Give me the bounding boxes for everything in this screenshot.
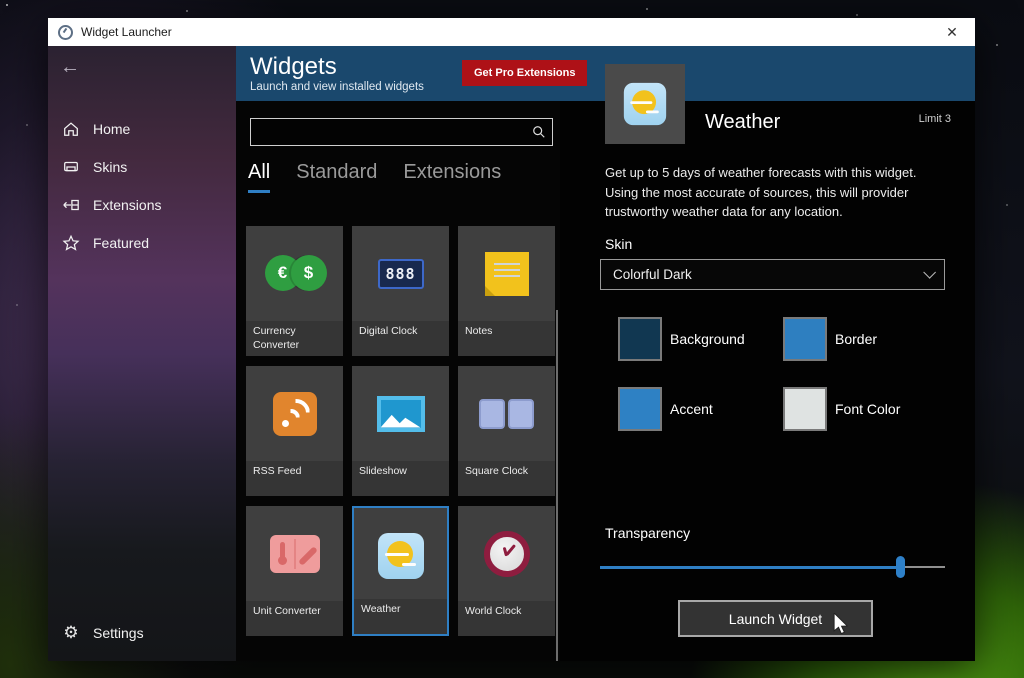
widget-grid: €$ Currency Converter 888 Digital Clock … — [236, 101, 560, 661]
widget-tile-label: Square Clock — [458, 461, 555, 496]
widget-tile-digital-clock[interactable]: 888 Digital Clock — [352, 226, 449, 356]
mouse-cursor — [832, 613, 850, 640]
widget-tile-label: Notes — [458, 321, 555, 356]
font-color-swatch[interactable] — [783, 387, 827, 431]
widget-detail-title: Weather — [705, 111, 780, 134]
sidebar-item-label: Skins — [93, 159, 127, 175]
digital-clock-icon: 888 — [352, 226, 449, 321]
color-swatch-label: Accent — [670, 401, 713, 417]
sidebar: ← Home Skins Extensions — [48, 46, 236, 661]
app-logo-icon — [58, 25, 73, 40]
selected-widget-preview — [605, 64, 685, 144]
rss-feed-icon — [246, 366, 343, 461]
get-pro-extensions-button[interactable]: Get Pro Extensions — [462, 60, 587, 86]
widget-tile-label: Currency Converter — [246, 321, 343, 356]
widget-tile-unit-converter[interactable]: Unit Converter — [246, 506, 343, 636]
color-swatch-label: Border — [835, 331, 877, 347]
unit-converter-icon — [246, 506, 343, 601]
sidebar-item-extensions[interactable]: Extensions — [48, 186, 236, 224]
sidebar-item-label: Home — [93, 121, 130, 137]
widget-tile-notes[interactable]: Notes — [458, 226, 555, 356]
sidebar-item-label: Settings — [93, 625, 144, 641]
transparency-label: Transparency — [605, 525, 690, 541]
color-row-accent: Accent — [618, 387, 713, 431]
widget-detail-panel: Weather Limit 3 Get up to 5 days of weat… — [560, 101, 975, 661]
weather-icon — [354, 508, 447, 603]
color-row-font-color: Font Color — [783, 387, 900, 431]
widget-tile-world-clock[interactable]: World Clock — [458, 506, 555, 636]
widget-tile-weather[interactable]: Weather — [352, 506, 449, 636]
sidebar-item-home[interactable]: Home — [48, 110, 236, 148]
widget-tile-rss-feed[interactable]: RSS Feed — [246, 366, 343, 496]
widget-tile-label: Digital Clock — [352, 321, 449, 356]
vertical-scrollbar[interactable] — [556, 310, 558, 661]
color-row-border: Border — [783, 317, 877, 361]
widget-tile-square-clock[interactable]: Square Clock — [458, 366, 555, 496]
widget-tile-slideshow[interactable]: Slideshow — [352, 366, 449, 496]
widget-list-panel: All Standard Extensions €$ Currency Conv… — [236, 101, 560, 661]
extensions-icon — [61, 195, 81, 215]
square-clock-icon — [458, 366, 555, 461]
widget-tile-currency-converter[interactable]: €$ Currency Converter — [246, 226, 343, 356]
star-icon — [61, 233, 81, 253]
widget-limit-badge: Limit 3 — [919, 113, 951, 125]
background-color-swatch[interactable] — [618, 317, 662, 361]
stars — [6, 4, 8, 6]
sidebar-item-featured[interactable]: Featured — [48, 224, 236, 262]
skin-dropdown-value: Colorful Dark — [613, 267, 692, 282]
color-row-background: Background — [618, 317, 745, 361]
world-clock-icon — [458, 506, 555, 601]
page-title: Widgets — [250, 54, 424, 79]
page-subtitle: Launch and view installed widgets — [250, 81, 424, 93]
widget-tile-label: Unit Converter — [246, 601, 343, 636]
title-bar[interactable]: Widget Launcher ✕ — [48, 18, 975, 46]
widget-description: Get up to 5 days of weather forecasts wi… — [605, 163, 940, 222]
currency-converter-icon: €$ — [246, 226, 343, 321]
slider-thumb[interactable] — [896, 556, 905, 578]
border-color-swatch[interactable] — [783, 317, 827, 361]
slideshow-icon — [352, 366, 449, 461]
sidebar-nav: Home Skins Extensions Featured — [48, 110, 236, 262]
skin-dropdown[interactable]: Colorful Dark — [600, 259, 945, 290]
sidebar-item-label: Extensions — [93, 197, 161, 213]
sidebar-item-label: Featured — [93, 235, 149, 251]
slider-fill — [600, 566, 900, 569]
color-swatch-label: Background — [670, 331, 745, 347]
widget-tile-label: World Clock — [458, 601, 555, 636]
chevron-down-icon — [923, 266, 936, 279]
widget-tile-label: Slideshow — [352, 461, 449, 496]
sidebar-item-skins[interactable]: Skins — [48, 148, 236, 186]
accent-color-swatch[interactable] — [618, 387, 662, 431]
home-icon — [61, 119, 81, 139]
skin-label: Skin — [605, 236, 632, 252]
widget-tile-label: Weather — [354, 599, 447, 634]
widget-tile-label: RSS Feed — [246, 461, 343, 496]
notes-icon — [458, 226, 555, 321]
weather-icon — [624, 83, 666, 125]
transparency-slider[interactable] — [600, 556, 945, 578]
widget-launcher-window: Widget Launcher ✕ ← Home Skins — [48, 18, 975, 661]
close-icon[interactable]: ✕ — [939, 21, 965, 43]
color-swatch-label: Font Color — [835, 401, 900, 417]
window-title: Widget Launcher — [81, 25, 939, 39]
sidebar-item-settings[interactable]: ⚙ Settings — [48, 623, 236, 643]
gear-icon: ⚙ — [61, 623, 81, 643]
back-arrow-icon[interactable]: ← — [60, 54, 88, 80]
skins-icon — [61, 157, 81, 177]
